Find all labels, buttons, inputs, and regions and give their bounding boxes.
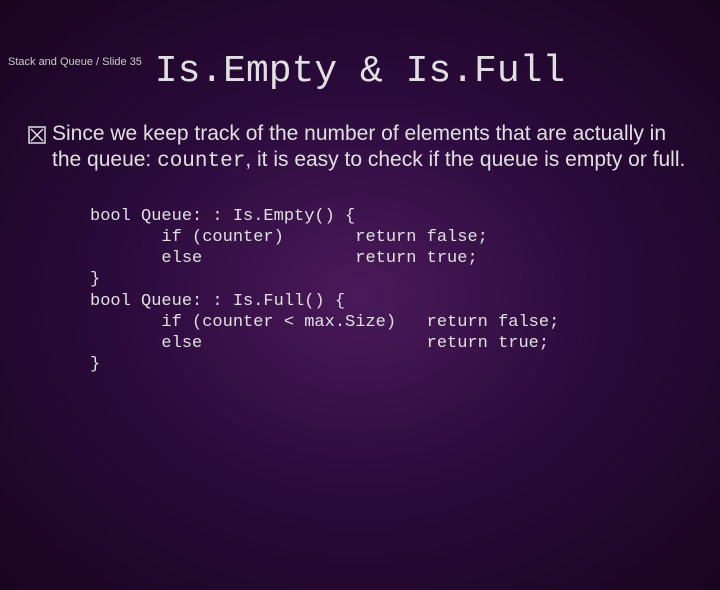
body-text: Since we keep track of the number of ele… [28,121,692,176]
bullet-text: Since we keep track of the number of ele… [52,121,692,176]
bullet-icon [28,125,46,151]
breadcrumb: Stack and Queue / Slide 35 [8,56,142,68]
bullet-part2: , it is easy to check if the queue is em… [245,148,685,171]
code-block: bool Queue: : Is.Empty() { if (counter) … [90,206,720,376]
bullet-code: counter [157,150,245,173]
